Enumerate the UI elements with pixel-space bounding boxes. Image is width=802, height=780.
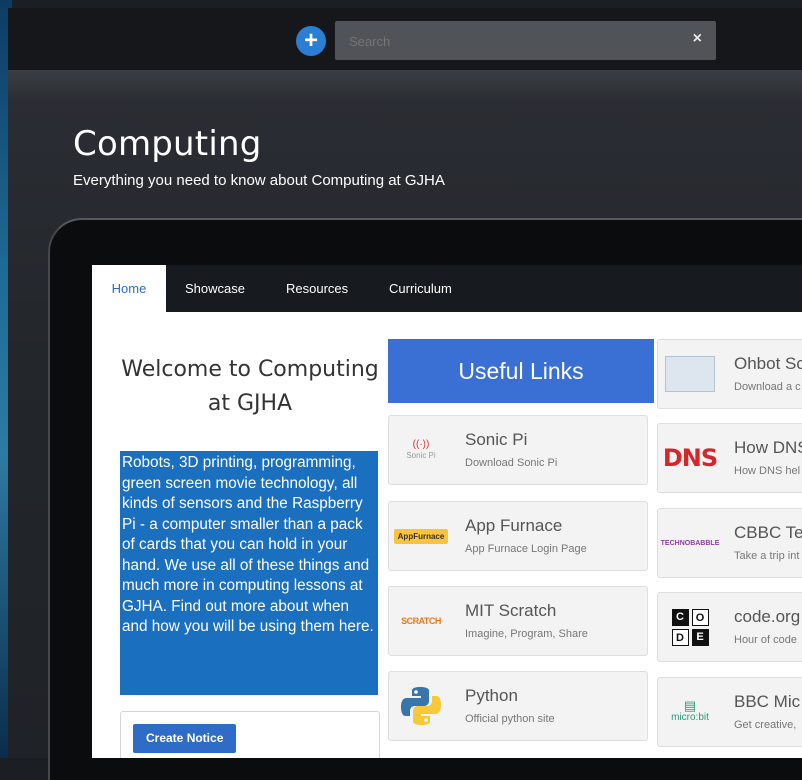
link-subtitle: How DNS hel bbox=[734, 465, 801, 477]
cbbc-icon: TECHNOBABBLE bbox=[660, 539, 720, 547]
tab-showcase[interactable]: Showcase bbox=[185, 265, 245, 312]
link-card-microbit[interactable]: ▤ micro:bit BBC Mic Get creative, bbox=[657, 677, 802, 747]
search-input[interactable] bbox=[347, 21, 671, 62]
link-card-code-org[interactable]: C O D E code.org Hour of code bbox=[657, 592, 802, 662]
link-card-cbbc[interactable]: TECHNOBABBLE CBBC Te Take a trip int bbox=[657, 508, 802, 578]
link-subtitle: Official python site bbox=[465, 713, 555, 725]
useful-links-header: Useful Links bbox=[388, 339, 654, 403]
link-title: Python bbox=[465, 686, 518, 705]
link-title: BBC Mic bbox=[734, 692, 801, 711]
link-card-ohbot[interactable]: Ohbot Sc Download a c bbox=[657, 339, 802, 409]
search-bar[interactable]: × bbox=[335, 21, 716, 62]
link-subtitle: Download Sonic Pi bbox=[465, 457, 558, 469]
sonic-pi-icon: ((·)) Sonic Pi bbox=[406, 439, 436, 460]
plus-icon: + bbox=[303, 27, 318, 54]
link-title: App Furnace bbox=[465, 516, 563, 535]
laptop-screen: Home Showcase Resources Curriculum Welco… bbox=[92, 265, 802, 758]
link-title: How DNS bbox=[734, 438, 802, 457]
link-title: Sonic Pi bbox=[465, 430, 528, 449]
link-title: MIT Scratch bbox=[465, 601, 557, 620]
link-card-app-furnace[interactable]: AppFurnace App Furnace App Furnace Login… bbox=[388, 501, 648, 571]
page-subtitle: Everything you need to know about Comput… bbox=[73, 172, 445, 189]
link-title: Ohbot Sc bbox=[734, 354, 802, 373]
app-furnace-icon: AppFurnace bbox=[393, 510, 449, 562]
close-icon[interactable]: × bbox=[693, 30, 702, 48]
welcome-heading: Welcome to Computing at GJHA bbox=[121, 357, 379, 416]
link-subtitle: Hour of code bbox=[734, 634, 797, 646]
link-title: code.org bbox=[734, 607, 801, 626]
link-subtitle: App Furnace Login Page bbox=[465, 543, 587, 555]
link-subtitle: Take a trip int bbox=[734, 550, 800, 562]
link-subtitle: Download a c bbox=[734, 381, 801, 393]
page-title: Computing bbox=[73, 124, 262, 164]
link-subtitle: Imagine, Program, Share bbox=[465, 628, 588, 640]
add-button[interactable]: + bbox=[296, 26, 326, 56]
tab-resources[interactable]: Resources bbox=[286, 265, 348, 312]
notice-panel: Create Notice bbox=[120, 711, 380, 758]
toolbar-strip bbox=[8, 70, 802, 100]
link-card-sonic-pi[interactable]: ((·)) Sonic Pi Sonic Pi Download Sonic Pi bbox=[388, 415, 648, 485]
link-card-dns[interactable]: DNS How DNS How DNS hel bbox=[657, 423, 802, 493]
tab-curriculum[interactable]: Curriculum bbox=[389, 265, 452, 312]
create-notice-button[interactable]: Create Notice bbox=[133, 724, 237, 753]
intro-text-block: Robots, 3D printing, programming, green … bbox=[120, 451, 378, 695]
intro-text: Robots, 3D printing, programming, green … bbox=[122, 454, 374, 635]
python-icon bbox=[393, 680, 449, 732]
tab-home[interactable]: Home bbox=[92, 265, 166, 312]
code-org-icon: C O D E bbox=[662, 601, 718, 653]
dns-icon: DNS bbox=[662, 444, 718, 472]
link-title: CBBC Te bbox=[734, 523, 802, 542]
link-card-python[interactable]: Python Official python site bbox=[388, 671, 648, 741]
scratch-icon: SCRATCH bbox=[401, 616, 441, 626]
link-card-scratch[interactable]: SCRATCH MIT Scratch Imagine, Program, Sh… bbox=[388, 586, 648, 656]
tab-bar: Home Showcase Resources Curriculum bbox=[92, 265, 802, 312]
microbit-icon: ▤ micro:bit bbox=[671, 698, 709, 723]
ohbot-icon bbox=[662, 348, 718, 400]
link-subtitle: Get creative, bbox=[734, 719, 797, 731]
